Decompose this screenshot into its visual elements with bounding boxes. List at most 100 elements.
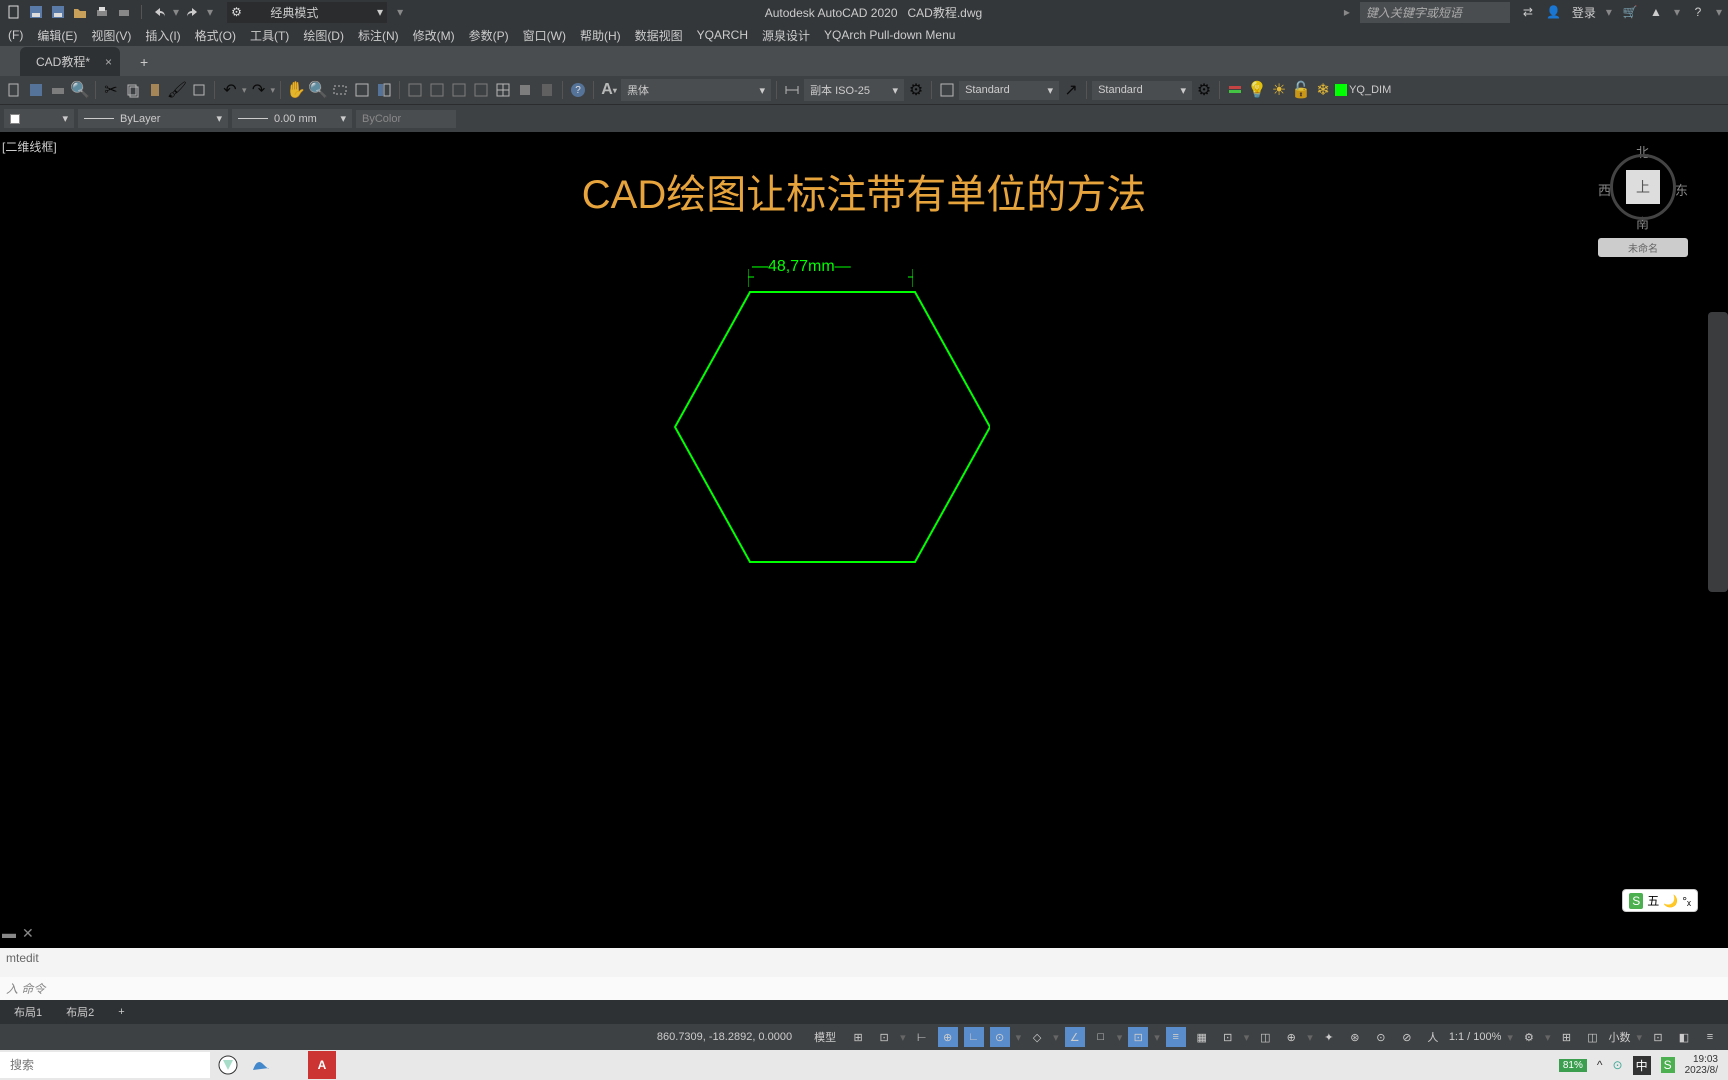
search-box[interactable]: 键入关键字或短语 — [1360, 2, 1510, 23]
mlstyle-icon[interactable]: ⚙ — [1194, 80, 1214, 100]
model-button[interactable]: 模型 — [808, 1026, 842, 1048]
tablestyle-dropdown[interactable]: Standard▾ — [959, 81, 1059, 100]
zoom-extents-icon[interactable] — [352, 80, 372, 100]
zoom-icon[interactable]: 🔍 — [308, 80, 328, 100]
navigation-bar[interactable] — [1708, 312, 1728, 592]
saveas-icon[interactable] — [50, 4, 66, 20]
dim1-icon[interactable] — [405, 80, 425, 100]
menu-modify[interactable]: 修改(M) — [413, 27, 455, 44]
lock-icon[interactable]: 🔓 — [1291, 80, 1311, 100]
customize-icon[interactable]: ≡ — [1700, 1027, 1720, 1047]
mleaderstyle-dropdown[interactable]: Standard▾ — [1092, 81, 1192, 100]
redo-icon[interactable]: ↷ — [249, 80, 269, 100]
dimstyle-dropdown[interactable]: 副本 ISO-25▾ — [804, 79, 904, 101]
taskbar-app-1[interactable] — [214, 1051, 242, 1079]
visual-style-label[interactable]: [二维线框] — [2, 138, 57, 155]
mleader-icon[interactable]: ↗ — [1061, 80, 1081, 100]
pan-icon[interactable]: ✋ — [286, 80, 306, 100]
new-icon[interactable] — [6, 4, 22, 20]
menu-window[interactable]: 窗口(W) — [523, 27, 566, 44]
menu-edit[interactable]: 编辑(E) — [37, 27, 77, 44]
qp-icon[interactable]: ⊞ — [1556, 1027, 1576, 1047]
command-line[interactable]: mtedit 入 命令 — [0, 948, 1728, 1000]
3dosnap-icon[interactable]: □ — [1091, 1027, 1111, 1047]
battery-indicator[interactable]: 81% — [1559, 1059, 1587, 1072]
color-dropdown[interactable]: ▾ — [4, 109, 74, 128]
infer-icon[interactable]: ⊢ — [912, 1027, 932, 1047]
menu-parametric[interactable]: 参数(P) — [469, 27, 509, 44]
help2-icon[interactable]: ? — [568, 80, 588, 100]
command-handle[interactable]: ▬✕ — [2, 925, 34, 942]
menu-help[interactable]: 帮助(H) — [580, 27, 621, 44]
sun-icon[interactable]: ☀ — [1269, 80, 1289, 100]
transparency-icon[interactable]: ▦ — [1192, 1027, 1212, 1047]
annot3-icon[interactable]: ⊙ — [1371, 1027, 1391, 1047]
otrack-icon[interactable]: ⊡ — [1128, 1027, 1148, 1047]
save-file-icon[interactable] — [26, 80, 46, 100]
command-input[interactable]: 入 命令 — [0, 977, 1728, 1000]
menu-tools[interactable]: 工具(T) — [250, 27, 289, 44]
matchprop-icon[interactable]: 🖌 — [167, 80, 187, 100]
menu-dimension[interactable]: 标注(N) — [358, 27, 399, 44]
linetype-dropdown[interactable]: ByLayer▾ — [78, 109, 228, 128]
selection-icon[interactable]: ◫ — [1255, 1027, 1275, 1047]
taskbar-app-2[interactable] — [246, 1051, 274, 1079]
menu-dataview[interactable]: 数据视图 — [635, 27, 683, 44]
menu-yqarch-pull[interactable]: YQArch Pull-down Menu — [824, 28, 955, 42]
connect-icon[interactable]: ⇄ — [1520, 4, 1536, 20]
block-icon[interactable] — [189, 80, 209, 100]
view-cube[interactable]: 北 南 西 东 上 未命名 — [1598, 142, 1688, 262]
qv-icon[interactable]: ⊡ — [1648, 1027, 1668, 1047]
user-icon[interactable]: 👤 — [1546, 4, 1562, 20]
xref-icon[interactable] — [515, 80, 535, 100]
zoom-window-icon[interactable] — [330, 80, 350, 100]
ortho-icon[interactable]: ∟ — [964, 1027, 984, 1047]
preview-icon[interactable]: 🔍 — [70, 80, 90, 100]
layer-mgr-icon[interactable] — [1225, 80, 1245, 100]
table-icon[interactable] — [493, 80, 513, 100]
cut-icon[interactable]: ✂ — [101, 80, 121, 100]
taskbar-search[interactable] — [0, 1052, 210, 1078]
dimstyle-icon[interactable]: ⚙ — [906, 80, 926, 100]
menu-view[interactable]: 视图(V) — [91, 27, 131, 44]
ime-widget[interactable]: S 五 🌙 °ₓ — [1622, 889, 1698, 912]
gizmo-icon[interactable]: ⊕ — [1281, 1027, 1301, 1047]
tray-defender-icon[interactable]: ⊙ — [1613, 1058, 1623, 1072]
dyn-icon[interactable]: ⊕ — [938, 1027, 958, 1047]
save-icon[interactable] — [28, 4, 44, 20]
cycling-icon[interactable]: ⊡ — [1218, 1027, 1238, 1047]
redo-icon[interactable] — [185, 4, 201, 20]
document-tab[interactable]: CAD教程* × — [20, 47, 120, 76]
open-icon[interactable] — [72, 4, 88, 20]
close-icon[interactable]: × — [105, 55, 112, 69]
snap-icon[interactable]: ⊡ — [874, 1027, 894, 1047]
layout-tab-2[interactable]: 布局2 — [60, 1001, 100, 1023]
font-dropdown[interactable]: 黑体▾ — [621, 79, 771, 101]
iso-icon[interactable]: ◇ — [1027, 1027, 1047, 1047]
tray-chevron-icon[interactable]: ^ — [1597, 1058, 1603, 1072]
login-label[interactable]: 登录 — [1572, 4, 1596, 21]
annot-icon[interactable]: ✦ — [1319, 1027, 1339, 1047]
clean-icon[interactable]: ◧ — [1674, 1027, 1694, 1047]
menu-format[interactable]: 格式(O) — [195, 27, 236, 44]
cart-icon[interactable]: 🛒 — [1622, 4, 1638, 20]
freeze-icon[interactable]: ❄ — [1313, 80, 1333, 100]
grid-icon[interactable]: ⊞ — [848, 1027, 868, 1047]
tray-clock[interactable]: 19:03 2023/8/ — [1685, 1054, 1718, 1076]
menu-yqarch[interactable]: YQARCH — [697, 28, 748, 42]
bulb-icon[interactable]: 💡 — [1247, 80, 1267, 100]
paste-icon[interactable] — [145, 80, 165, 100]
gear2-icon[interactable]: ⚙ — [1519, 1027, 1539, 1047]
taskbar-autocad[interactable]: A — [308, 1051, 336, 1079]
dim2-icon[interactable] — [427, 80, 447, 100]
drawing-canvas[interactable]: [二维线框] CAD绘图让标注带有单位的方法 —48,77mm— 北 南 西 东… — [0, 132, 1728, 800]
print-icon[interactable] — [116, 4, 132, 20]
lineweight-dropdown[interactable]: 0.00 mm▾ — [232, 109, 352, 128]
osnap-icon[interactable]: ∠ — [1065, 1027, 1085, 1047]
dim3-icon[interactable] — [449, 80, 469, 100]
qp2-icon[interactable]: ◫ — [1582, 1027, 1602, 1047]
annot2-icon[interactable]: ⊛ — [1345, 1027, 1365, 1047]
plot-icon[interactable] — [94, 4, 110, 20]
print-icon[interactable] — [48, 80, 68, 100]
lwt-icon[interactable]: ≡ — [1166, 1027, 1186, 1047]
